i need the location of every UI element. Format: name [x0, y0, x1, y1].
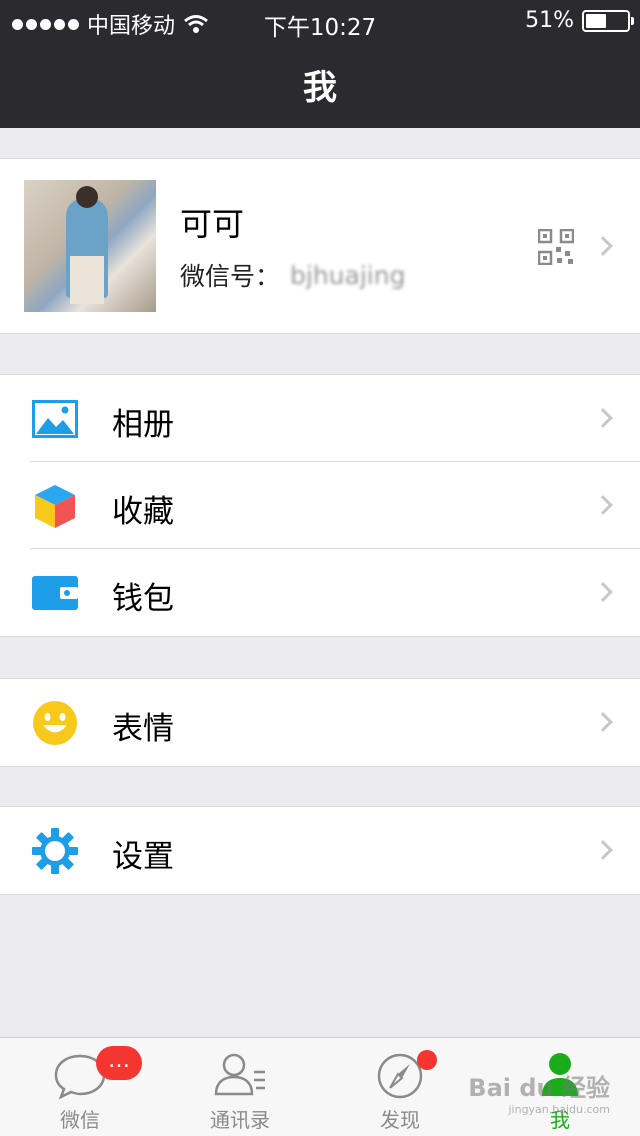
chevron-right-icon	[593, 712, 613, 732]
menu-item-settings[interactable]: 设置	[0, 807, 640, 894]
menu-item-stickers[interactable]: 表情	[0, 679, 640, 766]
profile-card[interactable]: 可可 微信号： bjhuajing	[0, 158, 640, 334]
gear-icon	[32, 828, 78, 874]
favorites-cube-icon	[35, 485, 75, 528]
wechat-id: 微信号： bjhuajing	[180, 257, 405, 293]
chevron-right-icon	[593, 582, 613, 602]
menu-label: 设置	[112, 839, 174, 875]
menu-item-favorites[interactable]: 收藏	[0, 461, 640, 549]
battery-icon	[582, 9, 634, 32]
avatar	[24, 180, 156, 312]
menu-item-album[interactable]: 相册	[0, 375, 640, 462]
menu-label: 表情	[112, 711, 174, 747]
smiley-icon	[33, 701, 77, 745]
tab-label: 发现	[380, 1108, 420, 1132]
wallet-icon	[32, 576, 78, 610]
menu-label: 相册	[112, 407, 174, 443]
contacts-icon	[214, 1053, 265, 1096]
chevron-right-icon	[593, 408, 613, 428]
status-bar: 中国移动 下午10:27 51%	[0, 6, 640, 41]
menu-group-1: 相册 收藏 钱包	[0, 374, 640, 637]
wechat-id-value: bjhuajing	[290, 260, 406, 290]
battery-percent: 51%	[525, 8, 574, 33]
wechat-id-label: 微信号：	[180, 262, 281, 291]
profile-name: 可可	[180, 205, 245, 243]
tab-label: 微信	[60, 1108, 100, 1132]
top-bar: 中国移动 下午10:27 51% 我	[0, 0, 640, 128]
menu-label: 收藏	[112, 494, 174, 530]
page-title: 我	[303, 68, 337, 108]
discover-dot-badge	[417, 1050, 437, 1070]
unread-badge: …	[96, 1046, 142, 1080]
qr-code-icon[interactable]	[538, 229, 574, 265]
tab-label: 通讯录	[210, 1108, 270, 1132]
menu-group-2: 表情	[0, 678, 640, 767]
chevron-right-icon	[593, 236, 613, 256]
menu-label: 钱包	[112, 581, 174, 617]
tab-chats[interactable]: … 微信	[0, 1038, 160, 1136]
chevron-right-icon	[593, 495, 613, 515]
battery-fill	[586, 13, 606, 28]
menu-item-wallet[interactable]: 钱包	[0, 548, 640, 636]
watermark-text: Bai du 经验	[468, 1074, 610, 1102]
watermark-sub: jingyan.baidu.com	[508, 1103, 610, 1116]
chevron-right-icon	[593, 840, 613, 860]
tab-discover[interactable]: 发现	[320, 1038, 480, 1136]
baidu-watermark: Bai du 经验 jingyan.baidu.com	[468, 1068, 610, 1116]
menu-group-3: 设置	[0, 806, 640, 895]
album-icon	[32, 400, 78, 438]
tab-contacts[interactable]: 通讯录	[160, 1038, 320, 1136]
